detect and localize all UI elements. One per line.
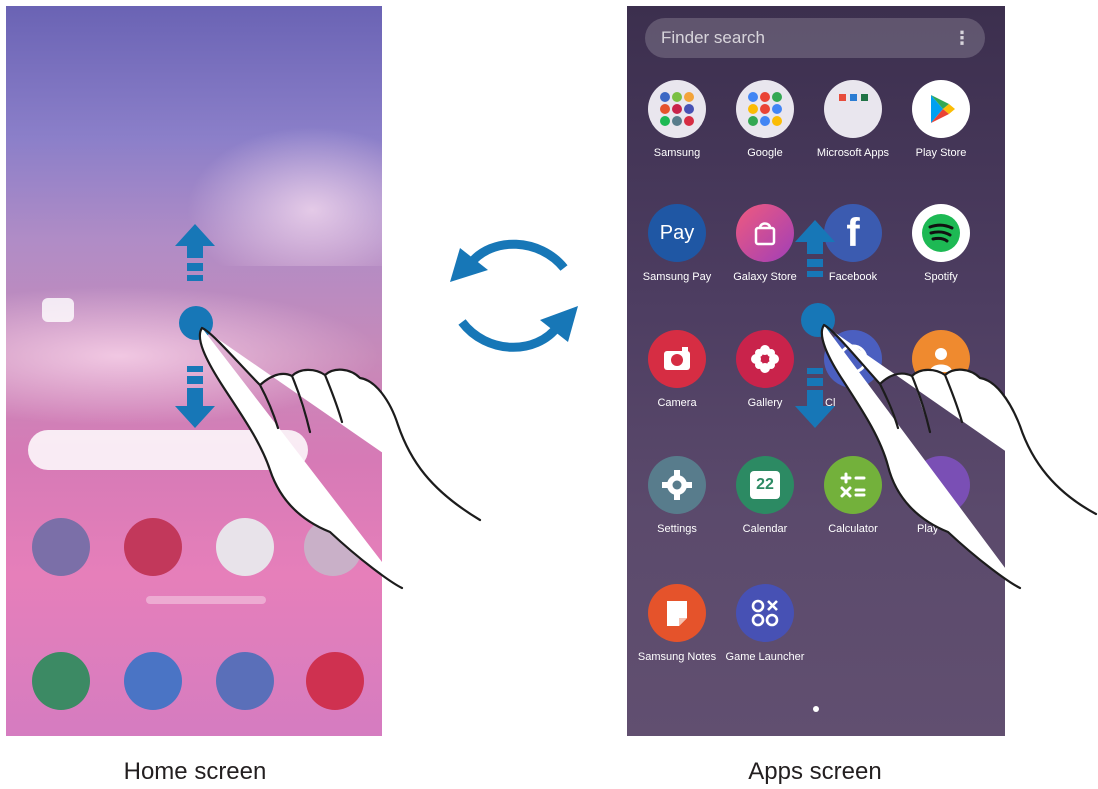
app-microsoft-folder[interactable]: Microsoft Apps [809,80,897,160]
app-label: Play Store [915,147,967,159]
app-label: Camera [657,397,697,409]
app-samsung-notes[interactable]: Samsung Notes [633,584,721,664]
app-samsung-folder[interactable]: Samsung [633,80,721,160]
hand-icon [198,326,482,590]
app-settings[interactable]: Settings [633,456,721,536]
arrow-down-icon [795,368,835,428]
app-game-launcher[interactable]: Game Launcher [721,584,809,664]
switch-screens-icon [450,239,578,352]
microsoft-folder-icon [824,80,882,138]
app-play-store[interactable]: Play Store [897,80,985,160]
app-label: Settings [657,523,697,535]
settings-icon [648,456,706,514]
app-google-folder[interactable]: Google [721,80,809,160]
finder-search-bar[interactable]: Finder search ⋮ [645,18,985,58]
apps-screen-caption: Apps screen [748,758,882,785]
finder-search-placeholder: Finder search [661,28,765,47]
play-store-icon [912,80,970,138]
home-app-label [146,596,266,604]
samsung-notes-icon [648,584,706,642]
apps-swipe-gesture [795,220,1098,590]
app-label: Microsoft Apps [816,147,890,159]
arrow-down-icon [175,366,215,428]
app-label: Samsung Notes [637,651,717,663]
arrow-up-icon [175,224,215,281]
phone-icon[interactable] [32,652,90,710]
google-folder-icon [736,80,794,138]
hand-icon [820,323,1098,590]
home-app-icon[interactable] [32,518,90,576]
home-screen-caption: Home screen [123,758,267,785]
app-camera[interactable]: Camera [633,330,721,410]
page-indicator-dot[interactable] [813,706,819,712]
camera-icon[interactable] [306,652,364,710]
app-label: Game Launcher [725,651,805,663]
app-samsung-pay[interactable]: Pay Samsung Pay [633,204,721,284]
samsung-pay-icon: Pay [648,204,706,262]
app-label: Google [747,147,783,159]
app-label: Samsung [653,147,701,159]
samsung-folder-icon [648,80,706,138]
arrow-up-icon [795,220,835,277]
camera-icon [648,330,706,388]
internet-icon[interactable] [216,652,274,710]
home-swipe-gesture [175,224,482,590]
messages-icon[interactable] [124,652,182,710]
touch-point [179,306,213,340]
more-vertical-icon[interactable]: ⋮ [953,28,971,49]
home-widget-icon [42,298,74,322]
app-label: Samsung Pay [642,271,712,283]
touch-point [801,303,835,337]
